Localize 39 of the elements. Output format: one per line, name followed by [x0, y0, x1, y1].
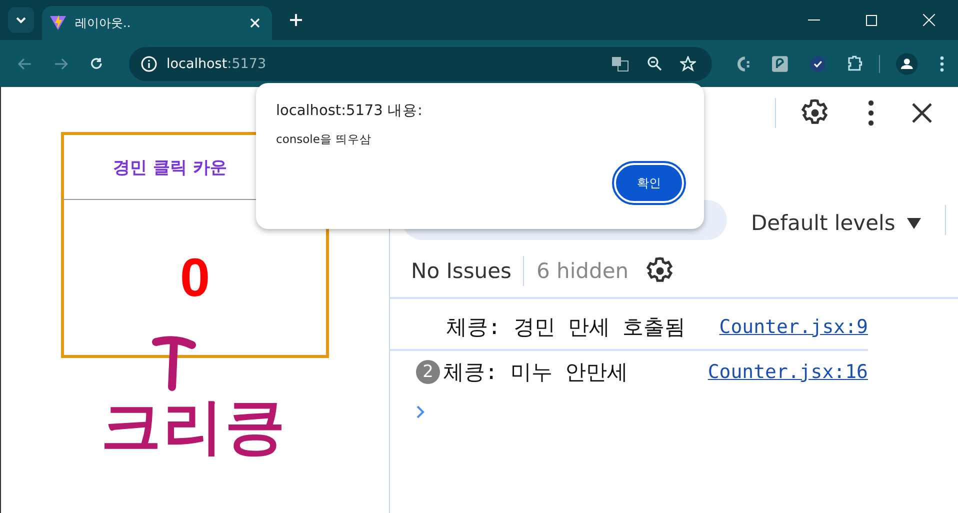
browser-tab[interactable]: 레이아웃..	[42, 6, 272, 40]
arrow-drawing	[151, 335, 197, 391]
source-link[interactable]: Counter.jsx:16	[708, 361, 868, 383]
logo-icon	[50, 15, 66, 31]
minimize-icon[interactable]	[808, 19, 820, 21]
profile-icon[interactable]	[896, 52, 918, 74]
dialog-message: console을 띄우삼	[276, 132, 373, 147]
close-icon[interactable]	[912, 103, 932, 123]
counter-title: 경민 클릭 카운	[113, 156, 227, 178]
repeat-count: 2	[416, 360, 440, 384]
source-link[interactable]: Counter.jsx:9	[719, 316, 868, 338]
log-levels-dropdown[interactable]: Default levels	[751, 211, 922, 235]
log-message: 체킁: 미누 안만세	[443, 359, 629, 386]
log-message: 체킁: 경민 만세 호출됨	[446, 314, 687, 341]
tab-title: 레이아웃..	[75, 14, 132, 32]
tab-search-button[interactable]	[8, 7, 34, 33]
puzzle-icon[interactable]	[847, 55, 864, 72]
hidden-count: 6 hidden	[536, 259, 629, 283]
maximize-icon[interactable]	[866, 14, 877, 26]
dropdown-icon	[907, 218, 922, 228]
new-tab-icon[interactable]	[290, 14, 302, 26]
counter-value: 0	[180, 246, 210, 308]
caret-icon	[15, 16, 27, 24]
issues-label[interactable]: No Issues	[411, 259, 512, 283]
translate-icon[interactable]	[611, 56, 630, 72]
prompt-icon	[416, 405, 425, 419]
url-text: localhost:5173	[166, 56, 266, 72]
zoom-icon[interactable]	[647, 56, 662, 71]
reload-icon[interactable]	[90, 57, 103, 70]
handwritten-note: 크리킁	[101, 391, 287, 464]
address-bar[interactable]: localhost:5173	[128, 46, 712, 80]
check-icon[interactable]	[810, 56, 826, 72]
star-icon[interactable]	[680, 56, 696, 72]
info-icon[interactable]	[140, 56, 157, 72]
extension-icon[interactable]	[772, 56, 788, 72]
dialog-title: localhost:5173 내용:	[276, 102, 424, 120]
menu-icon[interactable]	[940, 56, 944, 72]
ok-button[interactable]: 확인	[614, 163, 684, 203]
more-options-icon[interactable]	[868, 100, 874, 126]
